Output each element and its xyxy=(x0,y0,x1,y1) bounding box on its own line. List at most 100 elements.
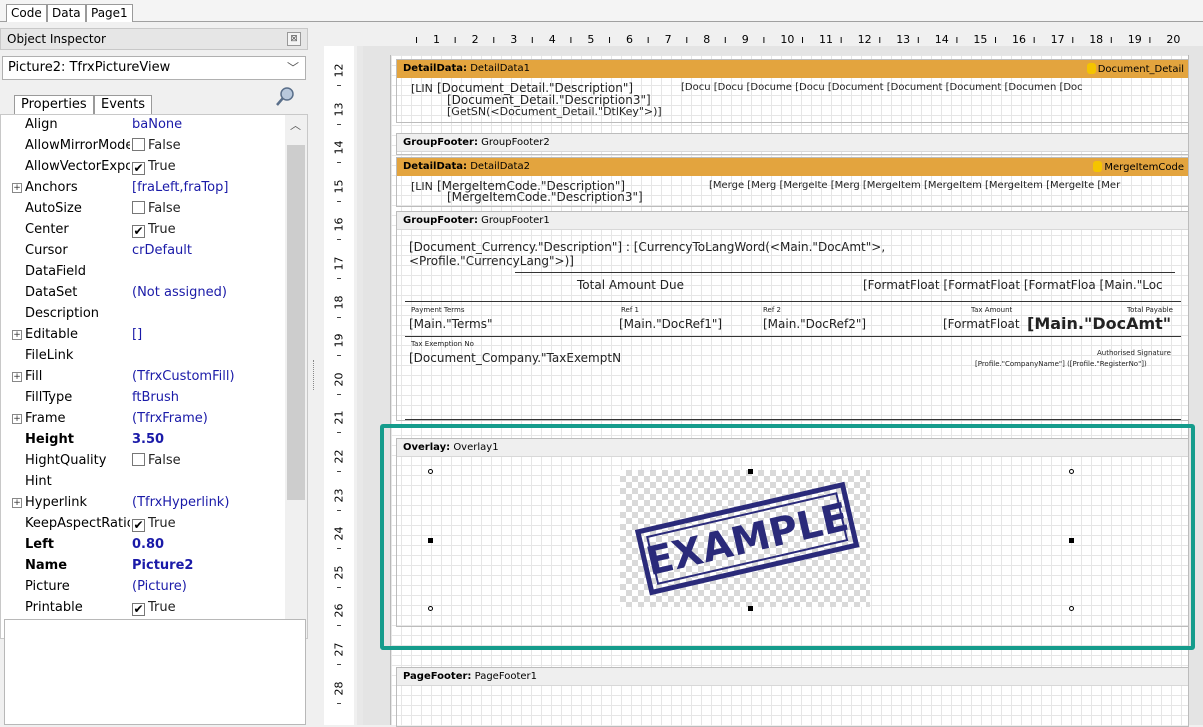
property-row[interactable]: Name Picture2 xyxy=(1,556,285,577)
property-value[interactable]: ✔ True xyxy=(132,516,176,532)
property-row[interactable]: + Hyperlink (TfrxHyperlink) xyxy=(1,493,285,514)
memo-getsn[interactable]: [GetSN(<Document_Detail."DtlKey">)] xyxy=(447,105,662,118)
memo-formatfloat-tax[interactable]: [FormatFloat xyxy=(943,317,1020,331)
property-value[interactable]: [fraLeft,fraTop] xyxy=(132,180,228,195)
scrollbar-thumb[interactable] xyxy=(287,145,305,500)
object-selector[interactable]: Picture2: TfrxPictureView ﹀ xyxy=(2,56,306,80)
selection-handle[interactable] xyxy=(748,469,753,474)
property-row[interactable]: DataSet (Not assigned) xyxy=(1,283,285,304)
scroll-up-icon[interactable]: ︿ xyxy=(290,117,301,133)
memo-description3[interactable]: [MergeItemCode."Description3"] xyxy=(447,190,643,204)
expand-icon[interactable]: + xyxy=(12,414,22,424)
property-value[interactable]: 3.50 xyxy=(132,432,164,447)
checkbox-icon[interactable] xyxy=(132,138,145,151)
selection-handle[interactable] xyxy=(428,469,433,474)
expand-icon[interactable]: + xyxy=(12,330,22,340)
tab-code[interactable]: Code xyxy=(6,4,47,22)
label-total-payable[interactable]: Total Payable xyxy=(1127,306,1173,314)
label-payment-terms[interactable]: Payment Terms xyxy=(411,306,464,314)
label-ref2[interactable]: Ref 2 xyxy=(763,306,781,314)
memo-columns[interactable]: [Merge [Merg [MergeIte [Merg [MergeItem … xyxy=(709,180,1120,191)
memo-docref1[interactable]: [Main."DocRef1"] xyxy=(619,317,722,331)
selection-handle[interactable] xyxy=(748,606,753,611)
property-row[interactable]: Center ✔ True xyxy=(1,220,285,241)
property-row[interactable]: + Anchors [fraLeft,fraTop] xyxy=(1,178,285,199)
memo-lin[interactable]: [LIN xyxy=(411,82,433,95)
property-row[interactable]: Printable ✔ True xyxy=(1,598,285,619)
band-detaildata1[interactable]: DetailData: DetailData1 Document_Detail … xyxy=(396,59,1189,123)
search-icon[interactable] xyxy=(274,86,296,108)
property-row[interactable]: Left 0.80 xyxy=(1,535,285,556)
checkbox-icon[interactable]: ✔ xyxy=(132,225,145,238)
property-value[interactable]: False xyxy=(132,201,181,216)
property-value[interactable]: Picture2 xyxy=(132,558,193,573)
property-value[interactable]: (TfrxCustomFill) xyxy=(132,369,235,384)
selection-handle[interactable] xyxy=(1069,538,1074,543)
checkbox-icon[interactable] xyxy=(132,201,145,214)
property-row[interactable]: FileLink xyxy=(1,346,285,367)
property-row[interactable]: + Editable [] xyxy=(1,325,285,346)
selection-handle[interactable] xyxy=(1069,606,1074,611)
expand-icon[interactable]: + xyxy=(12,183,22,193)
checkbox-icon[interactable]: ✔ xyxy=(132,603,145,616)
checkbox-icon[interactable] xyxy=(132,453,145,466)
label-ref1[interactable]: Ref 1 xyxy=(621,306,639,314)
property-value[interactable]: ✔ True xyxy=(132,159,176,175)
property-value[interactable]: [] xyxy=(132,327,142,342)
memo-columns[interactable]: [Docu [Docu [Docume [Docu [Document [Doc… xyxy=(681,82,1083,93)
selection-handle[interactable] xyxy=(1069,469,1074,474)
memo-lin[interactable]: [LIN xyxy=(411,180,433,193)
property-value[interactable]: ✔ True xyxy=(132,222,176,238)
tab-page1[interactable]: Page1 xyxy=(86,4,133,22)
property-row[interactable]: + Fill (TfrxCustomFill) xyxy=(1,367,285,388)
selection-handle[interactable] xyxy=(428,606,433,611)
property-value[interactable]: (TfrxFrame) xyxy=(132,411,208,426)
property-value[interactable]: False xyxy=(132,138,181,153)
property-scrollbar[interactable]: ︿ ﹀ xyxy=(285,115,307,638)
property-row[interactable]: AllowVectorExpo ✔ True xyxy=(1,157,285,178)
band-groupfooter2[interactable]: GroupFooter: GroupFooter2 xyxy=(396,133,1189,155)
memo-currency-line2[interactable]: <Profile."CurrencyLang">)] xyxy=(409,254,574,268)
close-icon[interactable]: ⊠ xyxy=(287,32,301,46)
splitter-grip-icon[interactable] xyxy=(313,360,316,390)
memo-docamt[interactable]: [Main."DocAmt" xyxy=(1027,314,1171,333)
property-row[interactable]: AutoSize False xyxy=(1,199,285,220)
tab-properties[interactable]: Properties xyxy=(14,95,94,115)
band-pagefooter1[interactable]: PageFooter: PageFooter1 xyxy=(396,667,1189,727)
checkbox-icon[interactable]: ✔ xyxy=(132,519,145,532)
tab-events[interactable]: Events xyxy=(94,95,153,115)
property-value[interactable]: (Picture) xyxy=(132,579,187,594)
property-value[interactable]: crDefault xyxy=(132,243,192,258)
property-row[interactable]: KeepAspectRatio ✔ True xyxy=(1,514,285,535)
band-groupfooter1[interactable]: GroupFooter: GroupFooter1 [Document_Curr… xyxy=(396,211,1189,421)
property-row[interactable]: Picture (Picture) xyxy=(1,577,285,598)
memo-formatfloat[interactable]: [FormatFloat [FormatFloat [FormatFloa [M… xyxy=(863,278,1163,292)
property-row[interactable]: AllowMirrorMode False xyxy=(1,136,285,157)
label-total-amount-due[interactable]: Total Amount Due xyxy=(577,278,684,292)
memo-currency-line1[interactable]: [Document_Currency."Description"] : [Cur… xyxy=(409,240,885,254)
property-value[interactable]: ftBrush xyxy=(132,390,179,405)
property-row[interactable]: Description xyxy=(1,304,285,325)
property-row[interactable]: HightQuality False xyxy=(1,451,285,472)
chevron-down-icon[interactable]: ﹀ xyxy=(287,59,299,76)
label-authorised-signature[interactable]: Authorised Signature xyxy=(1097,349,1171,357)
property-row[interactable]: DataField xyxy=(1,262,285,283)
tab-data[interactable]: Data xyxy=(47,4,86,22)
expand-icon[interactable]: + xyxy=(12,498,22,508)
expand-icon[interactable]: + xyxy=(12,372,22,382)
label-tax-amount[interactable]: Tax Amount xyxy=(971,306,1012,314)
memo-main-terms[interactable]: [Main."Terms" xyxy=(409,317,493,331)
property-value[interactable]: (TfrxHyperlink) xyxy=(132,495,229,510)
property-row[interactable]: Height 3.50 xyxy=(1,430,285,451)
memo-company-register[interactable]: [Profile."CompanyName"] ([Profile."Regis… xyxy=(975,360,1147,368)
memo-taxexemptn[interactable]: [Document_Company."TaxExemptN xyxy=(409,351,621,365)
property-value[interactable]: baNone xyxy=(132,117,182,132)
band-detaildata2[interactable]: DetailData: DetailData2 MergeItemCode [L… xyxy=(396,157,1189,207)
property-row[interactable]: Cursor crDefault xyxy=(1,241,285,262)
property-value[interactable]: (Not assigned) xyxy=(132,285,227,300)
property-value[interactable]: False xyxy=(132,453,181,468)
property-value[interactable]: ✔ True xyxy=(132,600,176,616)
property-row[interactable]: + Frame (TfrxFrame) xyxy=(1,409,285,430)
selection-handle[interactable] xyxy=(428,538,433,543)
property-value[interactable]: 0.80 xyxy=(132,537,164,552)
